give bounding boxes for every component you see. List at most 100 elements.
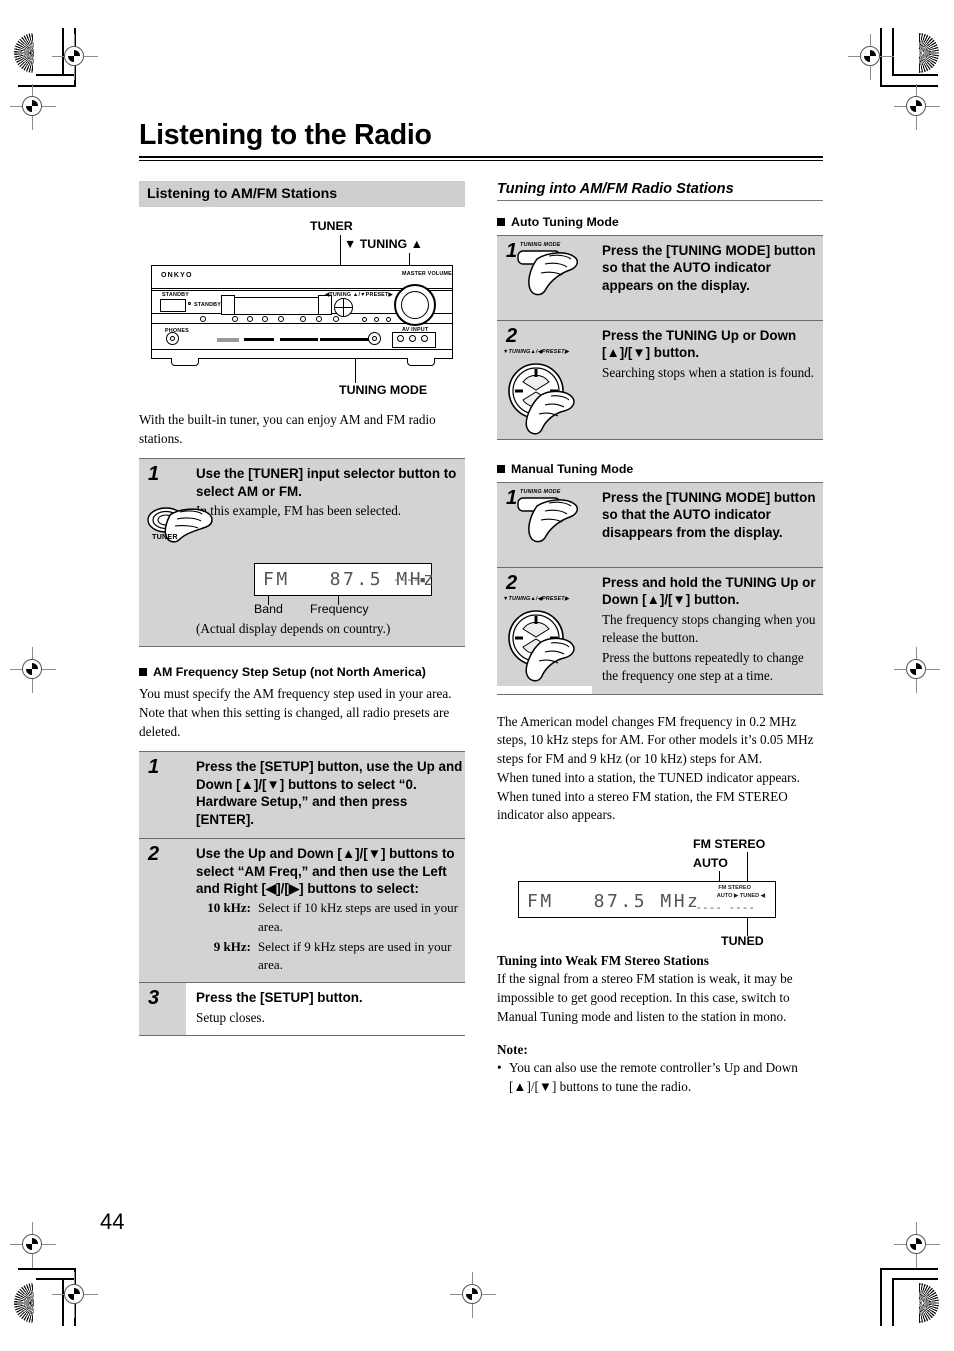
- step-title: Press the [TUNING MODE] button so that t…: [602, 242, 816, 293]
- tuned-indicator-paragraph: When tuned into a station, the TUNED ind…: [497, 769, 800, 823]
- definition-row: 10 kHz: Select if 10 kHz steps are used …: [196, 899, 463, 935]
- master-volume-knob-inner: [401, 290, 429, 319]
- two-column-layout: Listening to AM/FM Stations TUNER ▼ TUNI…: [139, 180, 823, 1097]
- bullet-dot-icon: •: [497, 1060, 502, 1076]
- subsection-header-manual-tuning: Manual Tuning Mode: [497, 462, 823, 476]
- step-row: 1 Press the [SETUP] button, use the Up a…: [139, 752, 465, 840]
- fm-steps-paragraph: The American model changes FM frequency …: [497, 713, 814, 767]
- section-header-listening-amfm: Listening to AM/FM Stations: [139, 180, 465, 207]
- tuning-preset-pad-label: ▼TUNING▲/◀PRESET▶: [503, 348, 570, 355]
- weak-fm-paragraph: If the signal from a stereo FM station i…: [497, 971, 793, 1024]
- step-number-cell: 2 ▼TUNING▲/◀PRESET▶: [497, 320, 592, 439]
- title-divider: [139, 155, 823, 161]
- av-input-jack-3: [421, 334, 428, 342]
- registration-mark-bottom-center: [450, 1272, 496, 1318]
- am-step-setup-paragraph: You must specify the AM frequency step u…: [139, 686, 452, 739]
- receiver-foot-right: [407, 357, 435, 366]
- input-selector-button-5: [278, 315, 284, 322]
- step-number: 1: [139, 752, 186, 839]
- step-number-cell: 2 ▼TUNING▲/◀PRESET▶: [497, 567, 592, 686]
- tuner-button-hand-icon: TUNER: [144, 499, 236, 557]
- front-panel-display: [231, 296, 322, 315]
- hand-pressing-cursor-pad-svg: [508, 610, 575, 682]
- phones-jack-inner: [170, 335, 175, 341]
- display-footnote: (Actual display depends on country.): [196, 620, 391, 636]
- steps-auto-tuning: 1 TUNING MODE Press the [TUNING MODE] bu…: [497, 234, 823, 440]
- input-selector-button-4: [262, 315, 268, 322]
- black-square-bullet-icon: [497, 217, 505, 226]
- page-content: Listening to the Radio Listening to AM/F…: [139, 119, 823, 1097]
- input-selector-button-tuner: [316, 315, 322, 322]
- button-row-4-tuning-mode: [338, 337, 371, 341]
- phones-label: PHONES: [165, 327, 189, 334]
- small-button-a: [362, 316, 367, 322]
- definition-term: 10 kHz:: [207, 900, 251, 916]
- tuner-button-label: TUNER: [152, 532, 178, 542]
- display-window-right: [318, 294, 332, 315]
- standby-led-label: STANDBY: [162, 291, 190, 298]
- display-window-left: [221, 294, 235, 315]
- slider-row-1: [217, 337, 239, 342]
- hand-pressing-cursor-pad-svg: [508, 363, 575, 435]
- master-volume-label: MASTER VOLUME: [402, 270, 452, 277]
- registration-mark-left-middle: [10, 647, 56, 693]
- step-title: Press and hold the TUNING Up or Down [▲]…: [602, 574, 816, 608]
- input-selector-button-6: [300, 315, 306, 322]
- av-input-jack-1: [397, 334, 404, 342]
- color-registration-wheel-bottom-right: [919, 1283, 939, 1323]
- subsection-header-text: AM Frequency Step Setup (not North Ameri…: [153, 665, 426, 680]
- step-number: 2: [506, 571, 518, 594]
- step-content: Press and hold the TUNING Up or Down [▲]…: [592, 567, 823, 694]
- panel-seam-bottom: [152, 348, 452, 350]
- step-content: Press the [SETUP] button. Setup closes.: [186, 983, 465, 1035]
- fm-stereo-display-figure: FM STEREO AUTO FM 87.5 MHz FM STEREO AUT…: [497, 835, 823, 953]
- callout-label-auto: AUTO: [693, 856, 728, 871]
- step-row: 1 TUNING MODE Press the [TUNING MODE] bu…: [497, 482, 823, 568]
- frequency-callout-label: Frequency: [310, 601, 369, 616]
- tuning-mode-button-label: TUNING MODE: [520, 488, 561, 495]
- step-row: 1 Use the [TUNER] input selector button …: [139, 459, 465, 648]
- callout-label-tuned: TUNED: [721, 934, 764, 949]
- registration-mark-bottom-left-b: [52, 1272, 98, 1318]
- tuning-control-label: ◀TUNING ▲/▼PRESET▶: [325, 291, 393, 298]
- step-number: 2: [506, 324, 518, 347]
- step-number: 3: [139, 983, 186, 1035]
- band-callout-label: Band: [254, 601, 283, 616]
- note-heading: Note:: [497, 1042, 528, 1058]
- hand-pressing-tuning-mode-button-svg: [517, 250, 578, 296]
- input-selector-button-8: [333, 315, 339, 322]
- step-subtext: The frequency stops changing when you re…: [602, 611, 816, 646]
- receiver-front-panel-figure: TUNER ▼ TUNING ▲ TUNING MODE ONKYO STAND…: [139, 219, 465, 401]
- step-row: 1 TUNING MODE Press the [TUNING MODE] bu…: [497, 235, 823, 321]
- subsection-header-auto-tuning: Auto Tuning Mode: [497, 215, 823, 229]
- page-title: Listening to the Radio: [139, 119, 432, 151]
- registration-mark-top-left-a: [52, 34, 98, 80]
- note-bullet-item: • You can also use the remote controller…: [497, 1059, 823, 1096]
- step-subtext: Press the buttons repeatedly to change t…: [602, 649, 804, 684]
- onkyo-logo: ONKYO: [161, 271, 193, 279]
- small-button-b: [374, 316, 379, 322]
- definition-row: 9 kHz: Select if 9 kHz steps are used in…: [196, 938, 463, 974]
- step-content: Press the [TUNING MODE] button so that t…: [592, 482, 823, 567]
- step-content: Use the Up and Down [▲]/[▼] buttons to s…: [186, 839, 465, 983]
- av-input-jack-2: [409, 334, 416, 342]
- subsection-header-text: Manual Tuning Mode: [511, 461, 634, 476]
- step-content: Press the [TUNING MODE] button so that t…: [592, 235, 823, 320]
- step-row: 2 ▼TUNING▲/◀PRESET▶: [497, 320, 823, 440]
- receiver-foot-left: [171, 357, 199, 366]
- tuning-cursor-pad-hand-icon: ▼TUNING▲/◀PRESET▶: [499, 349, 591, 437]
- steps-select-band: 1 Use the [TUNER] input selector button …: [139, 458, 465, 648]
- right-column: Tuning into AM/FM Radio Stations Auto Tu…: [497, 181, 823, 1097]
- setup-jack-inner: [372, 335, 377, 341]
- color-registration-wheel-bottom-left: [14, 1283, 34, 1323]
- steps-am-frequency-setup: 1 Press the [SETUP] button, use the Up a…: [139, 751, 465, 1036]
- callout-label-tuner: TUNER: [310, 218, 353, 233]
- small-button-c: [386, 316, 391, 322]
- step-number: 2: [139, 839, 186, 983]
- lcd-trailing-dashes: ----▪: [392, 572, 426, 586]
- intro-paragraph: With the built-in tuner, you can enjoy A…: [139, 411, 436, 446]
- callout-leader-fm-stereo: [747, 852, 749, 882]
- av-input-label: AV INPUT: [402, 326, 429, 333]
- tuning-mode-button-label: TUNING MODE: [520, 241, 561, 248]
- button-row-1: [244, 337, 274, 341]
